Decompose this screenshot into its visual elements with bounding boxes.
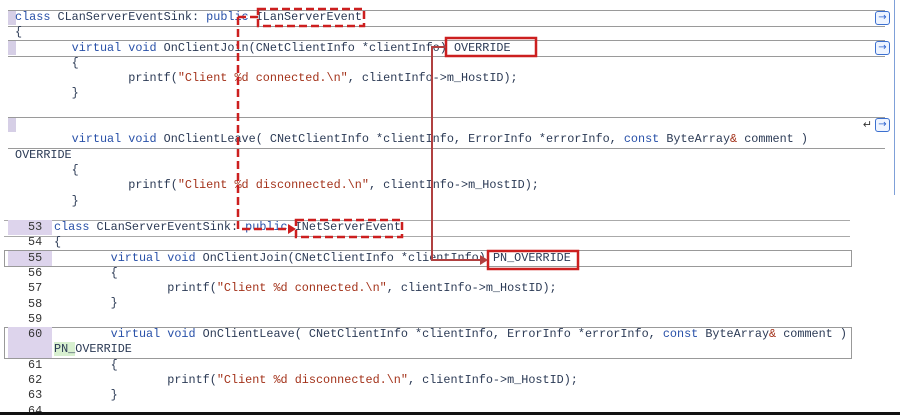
dashed-arrow-line bbox=[236, 15, 292, 231]
dashed-box-ilanserverevent bbox=[256, 7, 366, 28]
solid-arrow-line bbox=[431, 46, 482, 261]
box-override bbox=[444, 36, 538, 58]
annotation-overlay bbox=[236, 7, 580, 271]
box-pn-override bbox=[486, 249, 580, 271]
dashed-box-inetserverevent bbox=[294, 218, 404, 239]
